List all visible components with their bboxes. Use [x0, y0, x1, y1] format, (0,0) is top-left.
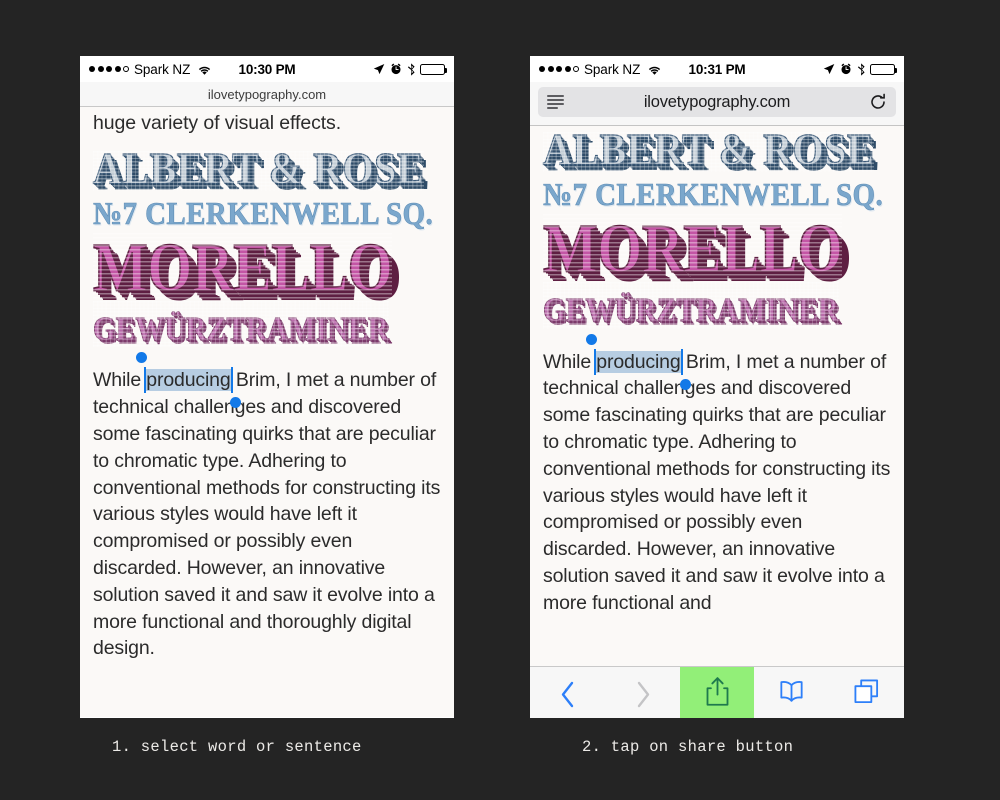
- phone-screen-step-2: Spark NZ 10:31 PM ilovetypography.com AL…: [530, 56, 904, 718]
- reload-icon[interactable]: [869, 93, 887, 111]
- browser-toolbar: [530, 666, 904, 718]
- chromatic-type-poster: ALBERT & ROSE №7 CLERKENWELL SQ. MORELLO…: [92, 145, 441, 348]
- selected-word[interactable]: producing: [585, 333, 692, 390]
- battery-icon: [870, 63, 898, 75]
- poster-line-clerkenwell: №7 CLERKENWELL SQ.: [93, 196, 434, 232]
- selection-caret-right[interactable]: [680, 348, 692, 390]
- tabs-button[interactable]: [829, 667, 904, 718]
- share-button[interactable]: [680, 667, 754, 718]
- selected-word-text: producing: [596, 350, 681, 373]
- poster-line-gewurztraminer: GEWÜRZTRAMINER: [543, 291, 840, 330]
- share-icon: [705, 676, 730, 712]
- url-text: ilovetypography.com: [643, 92, 791, 111]
- browser-chrome: ilovetypography.com: [530, 82, 904, 126]
- status-clock: 10:30 PM: [238, 61, 296, 77]
- caption-step-1: 1. select word or sentence: [112, 738, 362, 756]
- webpage-content: ALBERT & ROSE №7 CLERKENWELL SQ. MORELLO…: [530, 126, 904, 666]
- battery-icon: [420, 63, 448, 75]
- caption-step-2: 2. tap on share button: [582, 738, 794, 756]
- article-paragraph: While producing Brim, I met a number of …: [93, 352, 441, 662]
- back-button[interactable]: [530, 667, 605, 718]
- selection-caret-left[interactable]: [585, 333, 597, 375]
- status-bar: Spark NZ 10:31 PM: [530, 56, 904, 82]
- phone-screen-step-1: Spark NZ 10:30 PM ilovetypography.com hu…: [80, 56, 454, 718]
- address-bar[interactable]: ilovetypography.com: [538, 87, 896, 117]
- status-clock: 10:31 PM: [688, 61, 746, 77]
- forward-icon: [635, 681, 651, 708]
- back-icon: [560, 681, 576, 708]
- selected-word-text: producing: [146, 369, 231, 392]
- forward-button: [605, 667, 680, 718]
- article-paragraph: While producing Brim, I met a number of …: [543, 333, 891, 617]
- poster-line-morello: MORELLO: [92, 228, 393, 306]
- lead-line: huge variety of visual effects.: [93, 112, 342, 134]
- selected-word[interactable]: producing: [135, 352, 242, 409]
- paragraph-text-after: Brim, I met a number of technical challe…: [93, 369, 441, 660]
- poster-line-albert-rose: ALBERT & ROSE: [92, 142, 425, 193]
- url-label[interactable]: ilovetypography.com: [80, 82, 454, 107]
- selection-caret-right[interactable]: [230, 367, 242, 409]
- poster-line-gewurztraminer: GEWÜRZTRAMINER: [93, 310, 390, 348]
- paragraph-text-before: While: [93, 369, 147, 392]
- screenshot-stage: Spark NZ 10:30 PM ilovetypography.com hu…: [0, 0, 1000, 800]
- paragraph-text-after: Brim, I met a number of technical challe…: [543, 350, 891, 614]
- poster-line-clerkenwell: №7 CLERKENWELL SQ.: [543, 177, 884, 214]
- chromatic-type-poster: ALBERT & ROSE №7 CLERKENWELL SQ. MORELLO…: [542, 126, 891, 330]
- tabs-icon: [853, 678, 880, 710]
- selection-caret-left[interactable]: [135, 352, 147, 394]
- selection-handle-end[interactable]: [680, 378, 692, 390]
- status-bar: Spark NZ 10:30 PM: [80, 56, 454, 82]
- selection-handle-start[interactable]: [585, 333, 597, 345]
- bookmarks-button[interactable]: [754, 667, 829, 718]
- paragraph-text-before: While: [543, 350, 597, 373]
- poster-line-morello: MORELLO: [542, 209, 843, 287]
- poster-line-albert-rose: ALBERT & ROSE: [542, 126, 875, 175]
- selection-handle-start[interactable]: [135, 352, 147, 364]
- webpage-content: huge variety of visual effects. ALBERT &…: [80, 107, 454, 717]
- bookmarks-icon: [776, 680, 807, 708]
